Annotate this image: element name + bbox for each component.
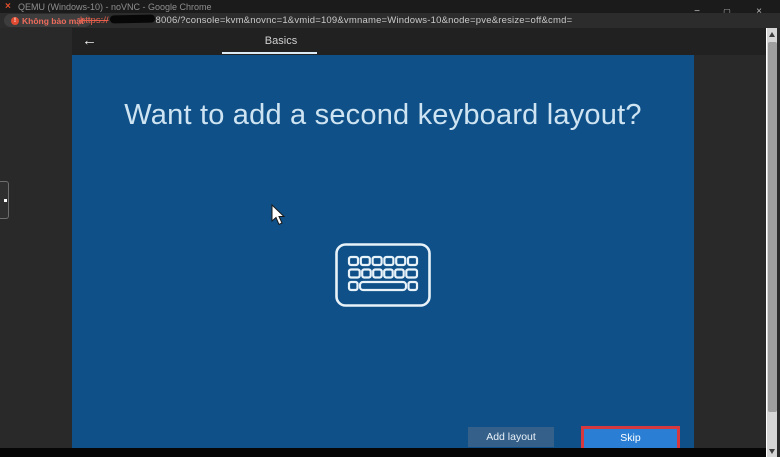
novnc-controlbar-handle[interactable] <box>0 181 9 219</box>
url-redacted-scribble <box>109 15 154 24</box>
handle-grip-icon <box>4 199 7 202</box>
vm-screen-viewport: Want to add a second keyboard layout? <box>72 55 694 448</box>
window-title: QEMU (Windows-10) - noVNC - Google Chrom… <box>18 2 212 12</box>
url-text[interactable]: https:// 8006/?console=kvm&novnc=1&vmid=1… <box>80 13 572 28</box>
not-secure-label: Không bảo mật <box>22 16 84 26</box>
vertical-scrollbar[interactable] <box>766 28 777 457</box>
address-bar[interactable]: ! Không bảo mật https:// 8006/?console=kv… <box>0 13 780 28</box>
skip-button[interactable]: Skip <box>584 429 677 448</box>
bottom-strip <box>0 448 766 457</box>
url-scheme: https:// <box>80 15 109 26</box>
tab-basics: Basics <box>265 35 297 47</box>
scrollbar-thumb[interactable] <box>768 42 777 412</box>
back-arrow-icon[interactable]: ← <box>82 32 97 49</box>
scroll-down-icon[interactable] <box>769 449 775 454</box>
oobe-header: ← Basics <box>72 28 766 55</box>
browser-window: × QEMU (Windows-10) - noVNC - Google Chr… <box>0 0 780 457</box>
keyboard-icon <box>335 243 431 307</box>
browser-titlebar: × QEMU (Windows-10) - noVNC - Google Chr… <box>0 0 780 13</box>
novnc-favicon-icon: × <box>5 1 11 12</box>
mouse-cursor-icon <box>271 204 286 226</box>
add-layout-button[interactable]: Add layout <box>468 427 554 447</box>
not-secure-badge[interactable]: ! Không bảo mật <box>4 14 91 27</box>
novnc-page: ← Basics Want to add a second keyboard l… <box>0 28 780 457</box>
page-title: Want to add a second keyboard layout? <box>72 99 694 132</box>
scroll-up-icon[interactable] <box>769 32 775 37</box>
not-secure-icon: ! <box>11 17 19 25</box>
tab-basics-underline <box>222 52 317 54</box>
url-tail: 8006/?console=kvm&novnc=1&vmid=109&vmnam… <box>156 15 573 26</box>
